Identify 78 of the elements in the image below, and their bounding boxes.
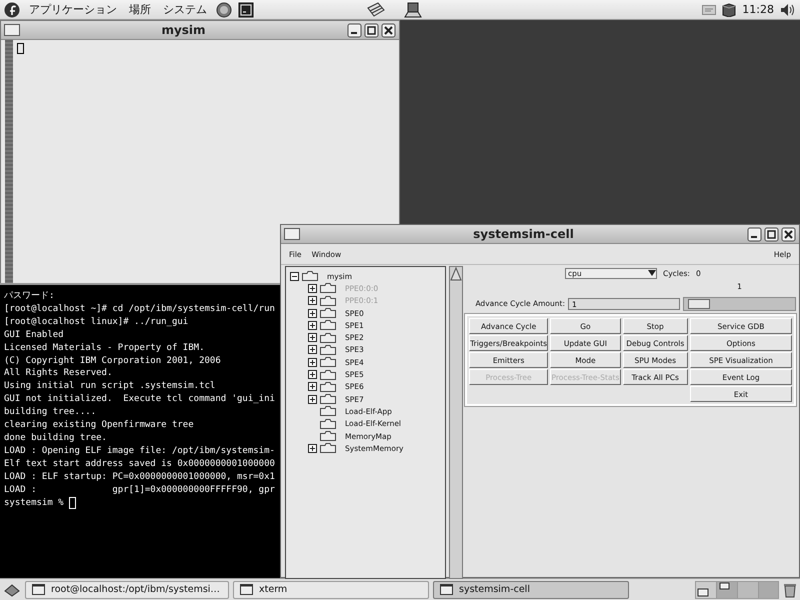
folder-icon bbox=[320, 418, 336, 429]
expand-icon[interactable] bbox=[308, 345, 317, 354]
card-icon[interactable] bbox=[702, 4, 716, 14]
folder-icon bbox=[320, 382, 336, 392]
taskbar-button[interactable]: root@localhost:/opt/ibm/systemsi… bbox=[25, 580, 229, 598]
menu-item[interactable]: 場所 bbox=[126, 2, 154, 17]
terminal-line: GUI not initialized. Execute tcl command 'gui_ini bbox=[4, 393, 275, 406]
fedora-logo-icon[interactable] bbox=[4, 2, 20, 18]
window-title: mysim bbox=[160, 23, 207, 37]
terminal-line: LOAD : ELF startup: PC=0x0000000001000000, msr=0x1 bbox=[4, 470, 275, 484]
close-button[interactable] bbox=[781, 226, 796, 242]
folder-icon bbox=[320, 394, 336, 404]
terminal-line: Licensed Materials - Property of IBM. bbox=[4, 342, 204, 355]
close-button[interactable] bbox=[381, 22, 396, 38]
terminal-line: building tree.... bbox=[4, 406, 96, 420]
expand-icon[interactable] bbox=[308, 394, 317, 404]
dropdown-arrow-icon bbox=[648, 270, 656, 276]
terminal-line: done building tree. bbox=[4, 432, 107, 445]
expand-icon[interactable] bbox=[308, 444, 317, 453]
terminal-line: LOAD : Opening ELF image file: /opt/ibm/systemsim- bbox=[4, 444, 275, 458]
window-menu-icon[interactable] bbox=[284, 228, 300, 240]
folder-icon bbox=[320, 357, 336, 368]
scrollbar[interactable] bbox=[5, 40, 13, 285]
maximize-button[interactable] bbox=[764, 226, 779, 242]
laptop-icon[interactable] bbox=[404, 2, 422, 18]
terminal-line: Using initial run script .systemsim.tcl bbox=[4, 380, 216, 394]
collapse-icon[interactable] bbox=[290, 272, 299, 281]
terminal-line: (C) Copyright IBM Corporation 2001, 2006 bbox=[4, 354, 221, 368]
terminal-prompt: systemsim % bbox=[4, 496, 64, 510]
scrollbar[interactable] bbox=[449, 266, 463, 579]
up-arrow-icon[interactable] bbox=[450, 267, 462, 281]
window-menu-icon[interactable] bbox=[4, 24, 20, 36]
expand-icon[interactable] bbox=[308, 370, 317, 380]
folder-icon bbox=[320, 296, 336, 306]
terminal-line: Elf text start address saved is 0x0000000001000000 bbox=[4, 458, 275, 471]
terminal-line: All Rights Reserved. bbox=[4, 367, 112, 380]
package-icon[interactable] bbox=[722, 2, 736, 16]
window-icon bbox=[440, 584, 453, 595]
minimize-button[interactable] bbox=[347, 22, 362, 38]
clock[interactable]: 11:28 bbox=[742, 3, 774, 16]
menu-item[interactable]: システム bbox=[160, 2, 210, 17]
menu-item[interactable]: アプリケーション bbox=[26, 2, 120, 17]
expand-icon[interactable] bbox=[308, 358, 317, 367]
terminal-line: パスワード: bbox=[4, 290, 54, 303]
folder-icon bbox=[320, 332, 336, 343]
maximize-button[interactable] bbox=[364, 22, 379, 38]
slider-thumb[interactable] bbox=[688, 299, 710, 309]
trash-icon[interactable] bbox=[783, 582, 797, 598]
workspace-switcher-icon[interactable] bbox=[695, 580, 779, 598]
expand-icon[interactable] bbox=[308, 333, 317, 342]
folder-icon bbox=[320, 320, 336, 330]
folder-icon bbox=[320, 443, 336, 454]
folder-icon bbox=[320, 308, 336, 318]
folder-icon bbox=[320, 344, 336, 355]
volume-icon[interactable] bbox=[780, 2, 796, 16]
expand-icon[interactable] bbox=[308, 320, 317, 330]
window-title: systemsim-cell bbox=[472, 227, 575, 241]
folder-icon bbox=[320, 406, 336, 416]
folder-icon bbox=[320, 431, 336, 441]
folder-icon bbox=[320, 283, 336, 294]
terminal-line: LOAD : gpr[1]=0x000000000FFFFF90, gpr bbox=[4, 484, 275, 496]
terminal-icon[interactable] bbox=[238, 2, 254, 18]
folder-icon bbox=[302, 271, 318, 282]
minimize-button[interactable] bbox=[747, 226, 762, 242]
expand-icon[interactable] bbox=[308, 382, 317, 392]
terminal-line: [root@localhost ~]# cd /opt/ibm/systemsim-cell/run bbox=[4, 302, 275, 316]
folder-icon bbox=[320, 370, 336, 380]
slider-track[interactable] bbox=[683, 297, 796, 311]
text-cursor bbox=[68, 496, 76, 509]
window-icon bbox=[32, 584, 45, 595]
text-cursor bbox=[17, 43, 24, 54]
taskbar-button[interactable]: systemsim-cell bbox=[433, 580, 629, 598]
taskbar-button[interactable]: xterm bbox=[233, 580, 429, 598]
terminal-line: clearing existing Openfirmware tree bbox=[4, 419, 194, 432]
window-icon bbox=[240, 584, 253, 595]
expand-icon[interactable] bbox=[308, 308, 317, 318]
terminal-line: [root@localhost linux]# ../run_gui bbox=[4, 316, 188, 329]
terminal-line: GUI Enabled bbox=[4, 328, 64, 342]
